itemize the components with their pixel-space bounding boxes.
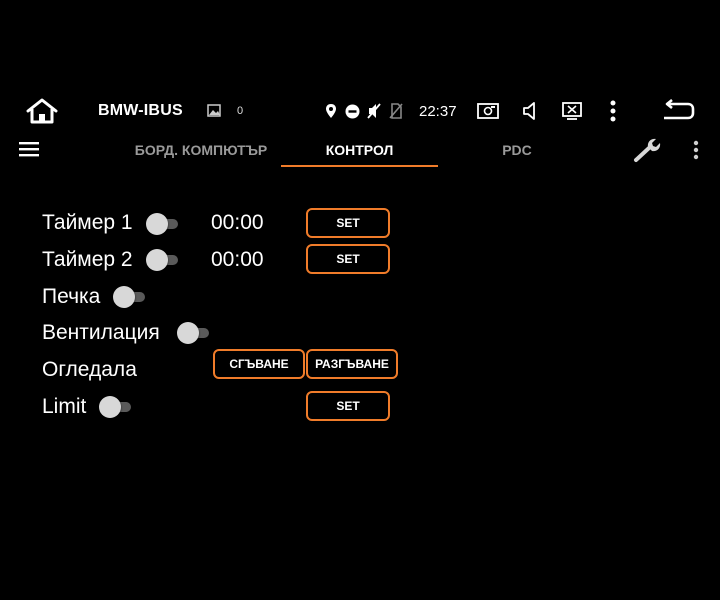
no-sim-icon [389, 103, 403, 119]
toggle-thumb [177, 322, 199, 344]
timer1-toggle[interactable] [146, 213, 180, 235]
clock: 22:37 [419, 103, 457, 120]
tab-control[interactable]: КОНТРОЛ [281, 134, 438, 167]
limit-toggle[interactable] [99, 396, 133, 418]
status-menu-icon[interactable] [605, 98, 621, 124]
screen: BMW-IBUS 0 22:37 БОРД. КОМПЮТЪР КОНТРОЛ … [0, 0, 720, 600]
limit-set-button[interactable]: SET [306, 391, 390, 421]
tab-trip-computer[interactable]: БОРД. КОМПЮТЪР [120, 134, 282, 165]
back-icon[interactable] [660, 99, 696, 123]
toggle-thumb [99, 396, 121, 418]
timer2-label: Таймер 2 [42, 248, 133, 271]
timer1-set-button[interactable]: SET [306, 208, 390, 238]
mirrors-fold-button[interactable]: СГЪВАНЕ [213, 349, 305, 379]
close-app-icon[interactable] [561, 100, 583, 122]
limit-label: Limit [42, 395, 87, 418]
mirrors-unfold-button[interactable]: РАЗГЪВАНЕ [306, 349, 398, 379]
timer1-time: 00:00 [211, 211, 264, 234]
notification-count: 0 [237, 105, 244, 117]
status-bar: BMW-IBUS 0 22:37 [0, 92, 720, 130]
timer2-toggle[interactable] [146, 249, 180, 271]
heater-label: Печка [42, 285, 101, 308]
mute-icon [366, 102, 382, 120]
toggle-thumb [146, 213, 168, 235]
timer1-label: Таймер 1 [42, 211, 133, 234]
image-notification-icon [207, 104, 221, 117]
volume-icon[interactable] [520, 100, 542, 122]
overflow-menu-icon[interactable] [688, 137, 704, 163]
wrench-icon[interactable] [632, 136, 664, 164]
home-icon[interactable] [24, 97, 60, 125]
tab-pdc[interactable]: PDC [438, 134, 596, 165]
app-title: BMW-IBUS [98, 102, 183, 119]
timer2-time: 00:00 [211, 248, 264, 271]
tab-bar: БОРД. КОМПЮТЪР КОНТРОЛ PDC [0, 134, 720, 168]
heater-toggle[interactable] [113, 286, 147, 308]
ventilation-label: Вентилация [42, 321, 160, 344]
hamburger-menu-icon[interactable] [18, 139, 40, 159]
timer2-set-button[interactable]: SET [306, 244, 390, 274]
screenshot-icon[interactable] [476, 100, 500, 122]
toggle-thumb [113, 286, 135, 308]
location-icon [325, 103, 337, 119]
toggle-thumb [146, 249, 168, 271]
ventilation-toggle[interactable] [177, 322, 211, 344]
do-not-disturb-icon [345, 104, 360, 119]
mirrors-label: Огледала [42, 358, 137, 381]
